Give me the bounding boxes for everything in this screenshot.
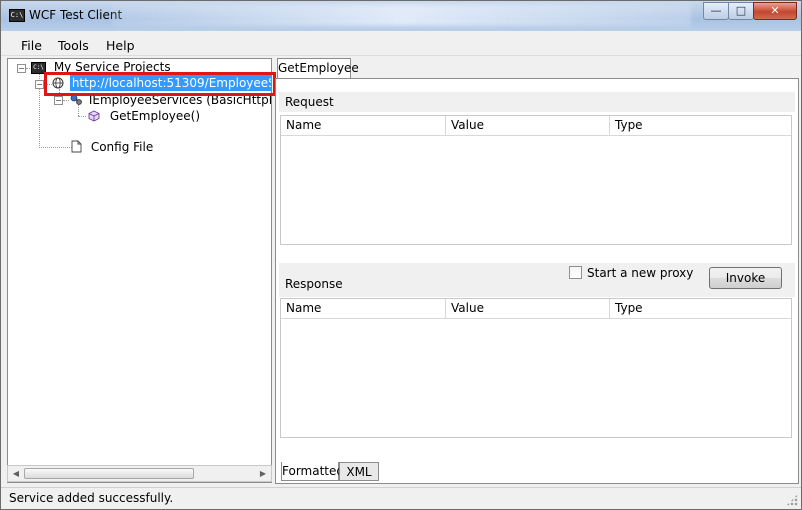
collapse-contract-toggle[interactable]: − [54,96,63,105]
menu-tools[interactable]: Tools [58,38,89,53]
response-col-type[interactable]: Type [610,299,792,319]
menu-bar: File Tools Help [1,34,801,56]
menu-help[interactable]: Help [106,38,135,53]
console-project-icon: C:\ [31,61,46,74]
globe-icon [52,77,64,89]
tree-connector [39,89,40,146]
response-grid-header: Name Value Type [281,299,791,319]
tab-getemployee[interactable]: GetEmployee [277,58,359,79]
request-col-value[interactable]: Value [446,116,610,136]
window-controls: — □ ✕ [703,2,797,20]
scrollbar-thumb[interactable] [24,468,194,479]
start-new-proxy-label: Start a new proxy [587,266,694,280]
collapse-endpoint-toggle[interactable]: − [35,80,44,89]
request-header: Request [279,92,795,112]
tree-item-operation[interactable]: GetEmployee() [88,109,200,125]
minimize-button[interactable]: — [703,2,729,20]
tree-connector [63,100,69,101]
scroll-left-button[interactable]: ◀ [8,466,24,481]
menu-file[interactable]: File [21,38,42,53]
request-grid-header: Name Value Type [281,116,791,136]
maximize-icon: □ [735,4,747,17]
response-col-name[interactable]: Name [281,299,446,319]
tree-root-label: My Service Projects [53,60,171,74]
resize-grip-icon[interactable] [786,494,798,506]
tree-connector [39,147,72,148]
close-button[interactable]: ✕ [753,2,797,20]
tree-horizontal-scrollbar[interactable]: ◀ ▶ [7,465,272,482]
tree-config-label: Config File [90,140,154,154]
response-grid[interactable]: Name Value Type [280,298,792,438]
response-col-value[interactable]: Value [446,299,610,319]
title-bar[interactable]: C:\ WCF Test Client — □ ✕ [1,1,801,31]
window-title: WCF Test Client [29,8,123,22]
tree-contract-label: IEmployeeServices (BasicHttpBinding, [88,93,271,107]
response-title: Response [285,277,343,291]
tree-operation-label: GetEmployee() [109,109,201,123]
tab-xml[interactable]: XML [339,462,379,481]
triangle-right-icon: ▶ [259,469,267,478]
scroll-right-button[interactable]: ▶ [255,466,271,481]
collapse-root-toggle[interactable]: − [17,64,26,73]
tree-item-contract[interactable]: IEmployeeServices (BasicHttpBinding, [70,93,271,109]
request-grid[interactable]: Name Value Type [280,115,792,245]
request-col-type[interactable]: Type [610,116,792,136]
blurred-background-region [111,4,691,26]
tree-connector [78,116,86,117]
status-bar: Service added successfully. [1,487,801,509]
invoke-button[interactable]: Invoke [709,267,782,289]
minimize-icon: — [710,4,722,17]
tree-endpoint-label: http://localhost:51309/EmployeeServices [69,75,271,91]
wcf-test-client-window: C:\ WCF Test Client — □ ✕ File Tools Hel… [0,0,802,510]
tree-item-endpoint[interactable]: http://localhost:51309/EmployeeServices [52,75,271,92]
operation-cube-icon [88,110,100,122]
contract-icon [70,94,82,105]
document-icon [71,140,82,153]
triangle-left-icon: ◀ [12,469,20,478]
status-text: Service added successfully. [9,491,174,505]
maximize-button[interactable]: □ [728,2,754,20]
request-title: Request [285,95,334,109]
close-icon: ✕ [770,4,780,17]
tree-item-config-file[interactable]: Config File [71,140,153,156]
tree-item-root[interactable]: C:\ My Service Projects [31,60,171,76]
start-new-proxy-checkbox[interactable] [569,266,582,279]
request-col-name[interactable]: Name [281,116,446,136]
service-tree[interactable]: − C:\ My Service Projects − http://local… [7,58,272,483]
console-app-icon: C:\ [9,9,25,22]
tab-formatted[interactable]: Formatted [281,462,344,481]
